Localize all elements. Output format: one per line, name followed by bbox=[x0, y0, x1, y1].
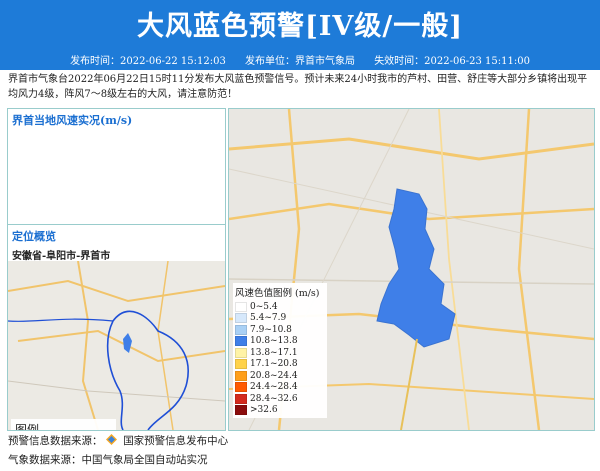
location-panel: 定位概览 安徽省-阜阳市-界首市 图例 国界 省界 bbox=[7, 224, 226, 431]
expire-time: 失效时间：2022-06-23 15:11:00 bbox=[374, 56, 530, 67]
wind-legend-item: 28.4~32.6 bbox=[235, 393, 325, 405]
wind-legend-label: 10.8~13.8 bbox=[250, 336, 298, 347]
wind-legend-label: 5.4~7.9 bbox=[250, 313, 287, 324]
wind-legend-item: 24.4~28.4 bbox=[235, 382, 325, 394]
warning-title: 大风蓝色预警[IV级/一般] bbox=[137, 11, 463, 42]
swatch-icon bbox=[235, 405, 247, 416]
mini-map-graphic bbox=[8, 260, 225, 430]
swatch-icon bbox=[235, 301, 247, 312]
wind-legend-label: 0~5.4 bbox=[250, 301, 278, 312]
wind-legend-label: 17.1~20.8 bbox=[250, 359, 298, 370]
wind-legend-label: 28.4~32.6 bbox=[250, 393, 298, 404]
weather-source-line: 气象数据来源：中国气象局全国自动站实况 bbox=[8, 454, 208, 466]
mini-map-legend: 图例 国界 省界 bbox=[11, 419, 116, 431]
publisher: 发布单位：界首市气象局 bbox=[245, 56, 355, 67]
location-mini-map[interactable]: 图例 国界 省界 bbox=[8, 260, 225, 431]
wind-color-legend: 风速色值图例 (m/s) 0~5.4 5.4~7.9 7.9~10.8 10.8… bbox=[233, 283, 327, 418]
warning-source-line: 预警信息数据来源： 国家预警信息发布中心 bbox=[8, 433, 228, 448]
swatch-icon bbox=[235, 393, 247, 404]
legend-title: 图例 bbox=[15, 423, 40, 431]
wind-speed-panel: 界首当地风速实况(m/s) bbox=[7, 108, 226, 225]
wind-legend-title: 风速色值图例 (m/s) bbox=[235, 288, 320, 299]
warning-source-name: 国家预警信息发布中心 bbox=[123, 435, 229, 447]
swatch-icon bbox=[235, 313, 247, 324]
warning-description: 界首市气象台2022年06月22日15时11分发布大风蓝色预警信号。预计未来24… bbox=[8, 74, 588, 100]
wind-legend-item: 20.8~24.4 bbox=[235, 370, 325, 382]
wind-legend-item: >32.6 bbox=[235, 405, 325, 417]
swatch-icon bbox=[235, 324, 247, 335]
wind-legend-label: 7.9~10.8 bbox=[250, 324, 292, 335]
swatch-icon bbox=[235, 382, 247, 393]
location-panel-title: 定位概览 bbox=[12, 230, 56, 243]
wind-legend-label: 13.8~17.1 bbox=[250, 347, 298, 358]
location-region: 安徽省-阜阳市-界首市 bbox=[12, 251, 111, 262]
wind-legend-item: 17.1~20.8 bbox=[235, 359, 325, 371]
wind-legend-label: 24.4~28.4 bbox=[250, 382, 298, 393]
publish-time: 发布时间：2022-06-22 15:12:03 bbox=[70, 56, 226, 67]
warning-header: 大风蓝色预警[IV级/一般] bbox=[0, 0, 600, 53]
warning-source-label: 预警信息数据来源： bbox=[8, 435, 103, 447]
wind-speed-panel-title: 界首当地风速实况(m/s) bbox=[12, 114, 133, 127]
wind-legend-item: 7.9~10.8 bbox=[235, 324, 325, 336]
swatch-icon bbox=[235, 347, 247, 358]
swatch-icon bbox=[235, 370, 247, 381]
wind-legend-item: 5.4~7.9 bbox=[235, 313, 325, 325]
swatch-icon bbox=[235, 359, 247, 370]
wind-legend-label: 20.8~24.4 bbox=[250, 370, 298, 381]
wind-legend-item: 10.8~13.8 bbox=[235, 336, 325, 348]
wind-legend-label: >32.6 bbox=[250, 405, 278, 416]
wind-legend-item: 13.8~17.1 bbox=[235, 347, 325, 359]
warning-meta-bar: 发布时间：2022-06-22 15:12:03 发布单位：界首市气象局 失效时… bbox=[0, 53, 600, 70]
wind-legend-item: 0~5.4 bbox=[235, 301, 325, 313]
swatch-icon bbox=[235, 336, 247, 347]
nmc-logo-icon bbox=[105, 434, 117, 445]
